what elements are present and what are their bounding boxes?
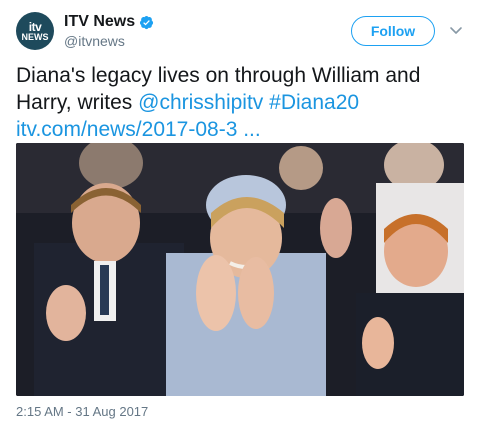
tweet-text: Diana's legacy lives on through William …: [16, 62, 468, 143]
author-handle[interactable]: @itvnews: [64, 33, 125, 49]
url-text: itv.com/news/2017-08-3: [16, 118, 238, 141]
tweet-card: itv NEWS ITV News @itvnews Follow Diana'…: [0, 0, 480, 427]
photo-illustration: [16, 143, 464, 396]
verified-badge-icon: [140, 15, 154, 29]
display-name[interactable]: ITV News: [64, 13, 135, 31]
mention-link[interactable]: @chrisshipitv: [138, 91, 263, 114]
tweet-photo[interactable]: [16, 143, 464, 396]
follow-button[interactable]: Follow: [351, 16, 435, 46]
chevron-down-icon[interactable]: [448, 22, 464, 38]
timestamp[interactable]: 2:15 AM - 31 Aug 2017: [16, 404, 148, 419]
logo-text-line1: itv: [28, 19, 42, 34]
logo-text-line2: NEWS: [21, 31, 49, 42]
avatar[interactable]: itv NEWS: [16, 12, 54, 50]
url-link[interactable]: itv.com/news/2017-08-3 ...: [16, 118, 261, 141]
url-ellipsis: ...: [237, 118, 261, 141]
hashtag-link[interactable]: #Diana20: [269, 91, 359, 114]
author-name-row[interactable]: ITV News: [64, 13, 154, 31]
